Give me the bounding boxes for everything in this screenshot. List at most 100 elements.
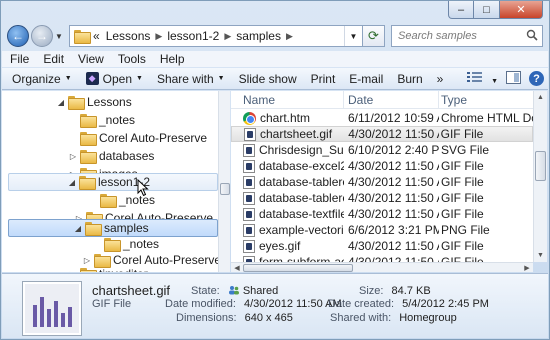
tree-item-lessons[interactable]: ◢ Lessons xyxy=(56,93,132,111)
back-button[interactable]: ← xyxy=(7,25,29,47)
column-date-label: Date xyxy=(348,92,374,107)
collapse-icon[interactable]: ◢ xyxy=(56,98,66,107)
mouse-pointer-icon xyxy=(137,179,149,197)
view-dropdown-button[interactable]: ▼ xyxy=(491,72,498,86)
file-row[interactable]: eyes.gif 4/30/2012 11:50 AMGIF File xyxy=(231,238,533,254)
scrollbar-thumb[interactable] xyxy=(243,264,353,272)
scroll-right-icon[interactable]: ▶ xyxy=(521,263,533,273)
collapse-icon[interactable]: ◢ xyxy=(67,178,77,187)
file-row[interactable]: database-excel2010.... 4/30/2012 11:50 AM… xyxy=(231,158,533,174)
maximize-button[interactable]: □ xyxy=(474,1,500,19)
close-button[interactable]: ✕ xyxy=(500,1,543,19)
recent-pages-dropdown[interactable]: ▼ xyxy=(55,32,65,41)
file-type: GIF File xyxy=(441,191,484,205)
file-date: 4/30/2012 11:50 AM xyxy=(348,159,439,173)
file-row[interactable]: database-textfile.gif 4/30/2012 11:50 AMG… xyxy=(231,206,533,222)
search-placeholder: Search samples xyxy=(398,30,477,42)
column-header-name[interactable]: ^ Name xyxy=(231,91,344,108)
column-header-type[interactable]: Type xyxy=(439,91,533,108)
breadcrumb-samples[interactable]: samples xyxy=(236,29,281,43)
file-row[interactable]: chartsheet.gif 4/30/2012 11:50 AMGIF File xyxy=(231,126,533,142)
image-file-icon xyxy=(243,159,255,173)
file-row[interactable]: database-tablerelati... 4/30/2012 11:50 A… xyxy=(231,174,533,190)
file-list-vertical-scrollbar[interactable]: ▲ ▼ xyxy=(533,91,547,262)
file-date: 6/6/2012 3:21 PM xyxy=(348,223,439,237)
organize-button[interactable]: Organize ▼ xyxy=(12,72,72,86)
details-filename: chartsheet.gif xyxy=(92,283,171,298)
file-row[interactable]: Chrisdesign_Sunset... 6/10/2012 2:40 PMSV… xyxy=(231,142,533,158)
menu-view[interactable]: View xyxy=(78,52,104,66)
view-options-button[interactable] xyxy=(467,71,483,86)
scroll-up-icon[interactable]: ▲ xyxy=(534,91,547,104)
file-list-horizontal-scrollbar[interactable]: ◀ ▶ xyxy=(231,262,533,272)
breadcrumb-separator-icon[interactable]: ▶ xyxy=(224,31,231,42)
tree-item-lesson1-2[interactable]: ◢ lesson1-2 xyxy=(8,173,218,191)
details-size-label: Size: xyxy=(359,285,384,297)
address-bar[interactable]: « Lessons ▶ lesson1-2 ▶ samples ▶ ▼ xyxy=(69,25,363,47)
email-label: E-mail xyxy=(349,71,384,86)
file-row[interactable]: chart.htm 6/11/2012 10:59 AMChrome HTML D… xyxy=(231,110,533,126)
refresh-icon: ⟳ xyxy=(368,28,379,43)
details-size: Size: 84.7 KB xyxy=(359,285,431,297)
details-modified-label: Date modified: xyxy=(165,298,236,310)
file-date: 4/30/2012 11:50 AM xyxy=(348,239,439,253)
menu-help[interactable]: Help xyxy=(160,52,185,66)
print-button[interactable]: Print xyxy=(311,72,336,86)
column-header-date[interactable]: Date xyxy=(344,91,439,108)
forward-button[interactable]: → xyxy=(31,25,53,47)
tree-item-notes[interactable]: _notes xyxy=(68,111,135,129)
tree-item-databases[interactable]: ▷ databases xyxy=(68,147,154,165)
more-commands-button[interactable]: » xyxy=(437,72,444,86)
menu-edit[interactable]: Edit xyxy=(43,52,64,66)
app-icon: ◆ xyxy=(85,72,99,85)
breadcrumb-separator-icon[interactable]: ▶ xyxy=(155,31,162,42)
minimize-button[interactable]: – xyxy=(448,1,474,19)
file-row[interactable]: database-tablerelati... 4/30/2012 11:50 A… xyxy=(231,190,533,206)
scroll-left-icon[interactable]: ◀ xyxy=(231,263,243,273)
file-name-cell: database-textfile.gif xyxy=(231,207,344,221)
expand-icon[interactable]: ▷ xyxy=(82,256,92,265)
breadcrumb-separator-icon[interactable]: ▶ xyxy=(286,31,293,42)
search-input[interactable]: Search samples xyxy=(391,25,543,47)
share-with-button[interactable]: Share with ▼ xyxy=(157,72,225,86)
preview-pane-button[interactable] xyxy=(506,70,521,87)
file-name-cell: eyes.gif xyxy=(231,239,344,253)
scroll-down-icon[interactable]: ▼ xyxy=(534,249,547,262)
refresh-button[interactable]: ⟳ xyxy=(363,25,385,47)
expand-icon[interactable]: ▷ xyxy=(68,152,78,161)
expand-icon[interactable]: ▷ xyxy=(68,270,78,273)
collapse-icon[interactable]: ◢ xyxy=(73,224,83,233)
image-file-icon xyxy=(243,239,255,253)
tree-item-tinyeditor[interactable]: ▷ tinyeditor xyxy=(68,265,148,272)
scrollbar-thumb[interactable] xyxy=(535,151,546,181)
scrollbar-thumb[interactable] xyxy=(220,183,230,195)
burn-button[interactable]: Burn xyxy=(397,72,422,86)
file-date: 4/30/2012 11:50 AM xyxy=(348,175,439,189)
file-row[interactable]: example-vectorima... 6/6/2012 3:21 PMPNG … xyxy=(231,222,533,238)
tree-item-corel-auto-preserve[interactable]: Corel Auto-Preserve xyxy=(68,129,207,147)
file-name: database-textfile.gif xyxy=(259,207,344,221)
menu-tools[interactable]: Tools xyxy=(118,52,146,66)
menu-file[interactable]: File xyxy=(10,52,29,66)
folder-icon xyxy=(80,132,97,146)
file-name-cell: database-tablerelati... xyxy=(231,191,344,205)
menu-bar: File Edit View Tools Help xyxy=(2,51,548,67)
file-date: 6/11/2012 10:59 AM xyxy=(348,111,439,125)
folder-icon xyxy=(85,222,102,236)
details-dimensions: Dimensions: 640 x 465 xyxy=(176,312,293,324)
address-dropdown[interactable]: ▼ xyxy=(344,26,362,46)
slide-show-button[interactable]: Slide show xyxy=(239,72,297,86)
breadcrumb-lessons[interactable]: Lessons xyxy=(106,29,151,43)
tree-item-label: samples xyxy=(104,221,149,235)
print-label: Print xyxy=(310,71,336,86)
tree-item-label: Corel Auto-Preserve xyxy=(99,131,208,145)
email-button[interactable]: E-mail xyxy=(349,72,383,86)
breadcrumb-lesson1-2[interactable]: lesson1-2 xyxy=(167,29,219,43)
address-overflow[interactable]: « xyxy=(93,29,100,43)
file-type: SVG File xyxy=(441,143,490,157)
details-created-label: Date created: xyxy=(328,298,395,310)
tree-item-label: databases xyxy=(99,149,155,163)
open-button[interactable]: ◆ Open ▼ xyxy=(85,72,143,86)
navigation-scrollbar[interactable] xyxy=(218,91,230,272)
help-button[interactable]: ? xyxy=(529,71,548,86)
